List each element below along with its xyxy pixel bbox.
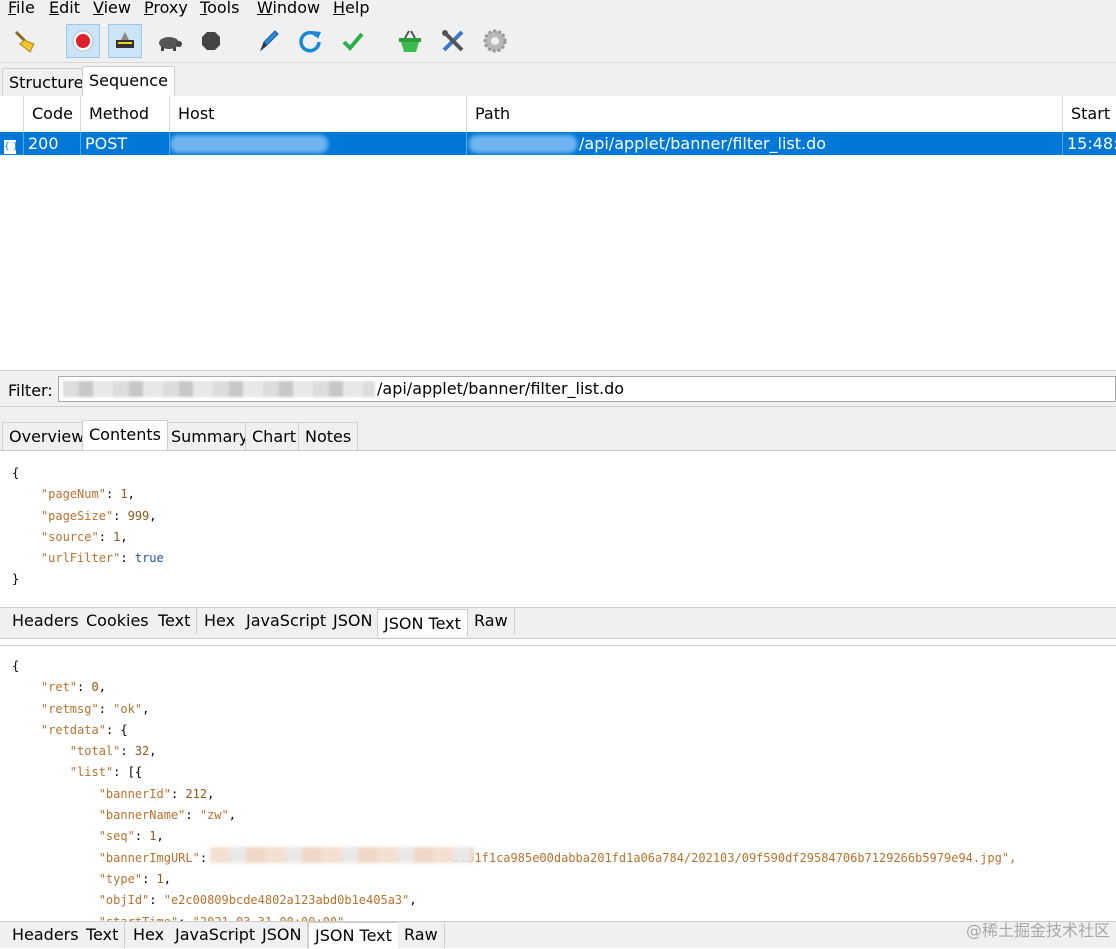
json-file-icon: { } — [0, 132, 24, 155]
resp-tab-headers[interactable]: Headers — [6, 922, 86, 948]
col-icon — [0, 96, 24, 132]
menu-window[interactable]: Window — [257, 0, 320, 18]
compose-pen-icon[interactable] — [251, 24, 285, 58]
settings-gear-icon[interactable] — [478, 24, 512, 58]
resp-tab-json[interactable]: JSON — [256, 922, 309, 948]
record-icon[interactable] — [66, 24, 100, 58]
tab-overview[interactable]: Overview — [2, 422, 92, 450]
req-tab-cookies[interactable]: Cookies — [80, 608, 156, 634]
intercept-icon[interactable] — [108, 24, 142, 58]
req-tab-json-text[interactable]: JSON Text — [377, 609, 468, 637]
col-code[interactable]: Code — [24, 96, 81, 132]
col-host[interactable]: Host — [170, 96, 467, 132]
tab-summary[interactable]: Summary — [164, 422, 256, 450]
row-path: /api/applet/banner/filter_list.do — [467, 132, 1063, 155]
req-tab-javascript[interactable]: JavaScript — [240, 608, 334, 634]
menu-file[interactable]: File — [8, 0, 35, 18]
redacted-url — [210, 847, 474, 863]
menu-edit[interactable]: Edit — [49, 0, 80, 18]
col-start[interactable]: Start — [1063, 96, 1116, 132]
filter-input[interactable]: /api/applet/banner/filter_list.do — [58, 376, 1116, 402]
response-body-pane[interactable]: { "ret": 0, "retmsg": "ok", "retdata": {… — [0, 645, 1116, 922]
req-tab-raw[interactable]: Raw — [468, 608, 515, 634]
watermark: @稀土掘金技术社区 — [965, 921, 1110, 940]
menu-view[interactable]: View — [93, 0, 131, 18]
response-json: { "ret": 0, "retmsg": "ok", "retdata": {… — [12, 659, 1017, 922]
tab-sequence[interactable]: Sequence — [82, 66, 175, 96]
response-format-tabs: Headers Text Hex JavaScript JSON JSON Te… — [0, 921, 1116, 948]
request-json: { "pageNum": 1, "pageSize": 999, "source… — [12, 466, 164, 587]
tools-icon[interactable] — [436, 24, 470, 58]
broom-icon[interactable] — [8, 24, 42, 58]
row-start: 15:48: — [1067, 134, 1116, 153]
toolbar — [0, 20, 1116, 63]
stop-icon[interactable] — [194, 24, 228, 58]
resp-tab-text[interactable]: Text — [80, 922, 126, 948]
resp-tab-javascript[interactable]: JavaScript — [169, 922, 263, 948]
row-code: 200 — [24, 132, 81, 155]
col-path[interactable]: Path — [467, 96, 1063, 132]
req-tab-text[interactable]: Text — [152, 608, 198, 634]
req-tab-json[interactable]: JSON — [327, 608, 380, 634]
basket-icon[interactable] — [393, 24, 427, 58]
filter-bar: Filter: /api/applet/banner/filter_list.d… — [0, 370, 1116, 407]
request-format-tabs: Headers Cookies Text Hex JavaScript JSON… — [0, 607, 1116, 639]
filter-label: Filter: — [8, 381, 53, 400]
req-tab-headers[interactable]: Headers — [6, 608, 86, 634]
tab-chart[interactable]: Chart — [245, 422, 303, 450]
resp-tab-hex[interactable]: Hex — [127, 922, 172, 948]
repeat-icon[interactable] — [293, 24, 327, 58]
resp-tab-json-text[interactable]: JSON Text — [308, 922, 399, 948]
table-row[interactable]: { } 200 POST /api/applet/banner/filter_l… — [0, 132, 1116, 155]
validate-check-icon[interactable] — [336, 24, 370, 58]
tab-contents[interactable]: Contents — [82, 420, 168, 450]
resp-tab-raw[interactable]: Raw — [398, 922, 445, 948]
req-tab-hex[interactable]: Hex — [198, 608, 243, 634]
col-method[interactable]: Method — [81, 96, 170, 132]
menu-help[interactable]: Help — [333, 0, 369, 18]
menu-bar: File Edit View Proxy Tools Window Help — [0, 0, 1116, 20]
menu-proxy[interactable]: Proxy — [144, 0, 188, 18]
row-host — [170, 132, 467, 155]
request-body-pane[interactable]: { "pageNum": 1, "pageSize": 999, "source… — [0, 450, 1116, 608]
tab-structure[interactable]: Structure — [2, 68, 91, 96]
menu-tools[interactable]: Tools — [200, 0, 239, 18]
tab-notes[interactable]: Notes — [298, 422, 359, 450]
row-method: POST — [81, 132, 170, 155]
throttle-turtle-icon[interactable] — [152, 24, 186, 58]
